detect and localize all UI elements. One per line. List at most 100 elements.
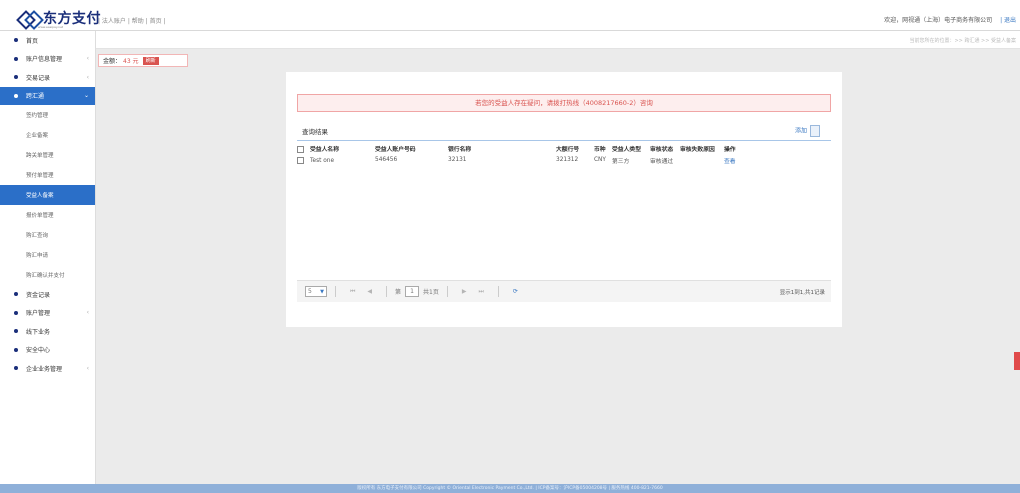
table-row: Test one 546456 32131 321312 CNY 第三方 审核通…: [297, 154, 831, 166]
page-size-value: 5: [308, 288, 312, 295]
logo-icon: [18, 12, 40, 24]
divider: [446, 286, 448, 297]
chevron-down-icon: ⌄: [83, 92, 89, 100]
sidebar-item-label: 首页: [26, 37, 39, 45]
sidebar-item-label: 跨汇通: [26, 93, 45, 101]
bullet-icon: [14, 329, 18, 334]
logout-link[interactable]: | 退出: [1000, 17, 1016, 24]
logo-subtitle: www.easipay.net: [38, 25, 64, 29]
sidebar-subitem-customs[interactable]: 跨关单管理: [0, 145, 95, 165]
table-divider: [297, 140, 831, 141]
col-account: 受益人账户号码: [375, 146, 416, 153]
refresh-button[interactable]: 刷新: [142, 56, 159, 65]
bullet-icon: [14, 56, 18, 61]
sidebar-item-label: 企业业务管理: [26, 365, 63, 373]
chevron-left-icon: ‹: [86, 364, 89, 372]
chevron-left-icon: ‹: [86, 55, 89, 63]
chevron-down-icon: ▼: [320, 288, 324, 295]
last-page-button[interactable]: ⏭: [479, 288, 484, 296]
cell-account: 546456: [375, 157, 398, 163]
next-page-button[interactable]: ▶: [462, 288, 467, 295]
bullet-icon: [14, 366, 18, 371]
page-label: 第: [395, 289, 402, 296]
reload-icon[interactable]: ⟳: [513, 288, 518, 295]
sidebar: 首页 账户信息管理 ‹ 交易记录 ‹ 跨汇通 ⌄ 签约管理 企业备案 跨关单管理…: [0, 31, 96, 484]
view-link[interactable]: 查看: [724, 154, 831, 166]
welcome-text: 欢迎，网视通（上海）电子商务有限公司: [884, 17, 993, 24]
sidebar-item-kuahuitong[interactable]: 跨汇通 ⌄: [0, 86, 95, 105]
sidebar-item-label: 安全中心: [26, 347, 51, 355]
sidebar-item-offline[interactable]: 线下业务: [0, 322, 95, 341]
record-summary: 显示1到1,共1记录: [779, 289, 825, 296]
sidebar-subitem-fx-query[interactable]: 购汇查询: [0, 225, 95, 245]
divider: [497, 286, 499, 297]
add-label: 添加: [795, 127, 808, 135]
col-status: 审核状态: [650, 146, 674, 153]
sidebar-item-funds[interactable]: 资金记录: [0, 285, 95, 304]
page-size-select[interactable]: 5 ▼: [305, 286, 327, 297]
sidebar-subitem-fx-apply[interactable]: 购汇申请: [0, 245, 95, 265]
add-button[interactable]: 添加: [795, 125, 821, 137]
sidebar-item-label: 账户信息管理: [26, 56, 63, 64]
balance-label: 金额：: [103, 58, 122, 65]
col-name-label: 受益人名称: [310, 146, 339, 153]
col-action: 操作: [724, 146, 736, 153]
col-currency: 币种: [594, 146, 606, 153]
col-fail-reason: 审核失败原因: [680, 146, 715, 153]
sidebar-subitem-prepay[interactable]: 预付单管理: [0, 165, 95, 185]
divider: [386, 286, 388, 297]
row-checkbox[interactable]: [297, 156, 304, 164]
bullet-icon: [14, 292, 18, 297]
sidebar-subitem-quote[interactable]: 报价单管理: [0, 205, 95, 225]
select-all-checkbox[interactable]: [297, 145, 304, 153]
sidebar-item-enterprise-biz[interactable]: 企业业务管理 ‹: [0, 359, 95, 378]
table-header-row: 受益人名称 受益人账户号码 银行名称 大额行号 币种 受益人类型 审核状态 审核…: [297, 142, 831, 154]
prev-page-button[interactable]: ◀: [367, 288, 372, 295]
cell-name: Test one: [297, 154, 375, 166]
bullet-icon: [14, 75, 18, 80]
sidebar-item-home[interactable]: 首页: [0, 31, 95, 50]
footer: 版权所有 东方电子支付有限公司 Copyright © Oriental Ele…: [0, 484, 1020, 493]
floating-service-tab[interactable]: [1014, 352, 1020, 370]
sidebar-subitem-beneficiary[interactable]: 受益人备案: [0, 185, 95, 205]
balance-box: 金额： 43 元 刷新: [98, 54, 188, 67]
col-bank: 银行名称: [448, 146, 472, 153]
sidebar-item-label: 线下业务: [26, 328, 51, 336]
result-title: 查询结果: [302, 128, 328, 136]
first-page-button[interactable]: ⏮: [350, 288, 355, 296]
cell-fail-reason: [680, 154, 724, 166]
balance-amount: 43 元: [123, 58, 139, 65]
cell-status: 审核通过: [650, 158, 674, 165]
bullet-icon: [14, 310, 18, 315]
cell-currency: CNY: [594, 157, 606, 163]
user-area: 欢迎，网视通（上海）电子商务有限公司 | 退出: [884, 15, 1016, 24]
main-panel: 若您的受益人存在疑问，请拨打热线（4008217660-2）咨询 查询结果 添加…: [286, 72, 842, 327]
alert-banner: 若您的受益人存在疑问，请拨打热线（4008217660-2）咨询: [297, 94, 831, 112]
sidebar-subitem-fx-confirm[interactable]: 购汇确认并支付: [0, 265, 95, 285]
bullet-icon: [14, 93, 18, 98]
breadcrumb: 当前您所在的位置：>> 跨汇通 >> 受益人备案: [909, 38, 1016, 44]
col-type: 受益人类型: [612, 146, 641, 153]
col-name: 受益人名称: [297, 142, 375, 154]
bullet-icon: [14, 347, 18, 352]
sidebar-subitem-signing[interactable]: 签约管理: [0, 105, 95, 125]
cell-name-value: Test one: [310, 157, 335, 164]
top-links[interactable]: | 法人账户 | 帮助 | 首页 |: [98, 16, 166, 25]
sidebar-item-label: 账户管理: [26, 310, 51, 318]
bullet-icon: [14, 38, 18, 43]
breadcrumb-bar: 当前您所在的位置：>> 跨汇通 >> 受益人备案: [96, 31, 1020, 49]
sidebar-item-label: 资金记录: [26, 291, 51, 299]
beneficiary-table: 受益人名称 受益人账户号码 银行名称 大额行号 币种 受益人类型 审核状态 审核…: [297, 142, 831, 166]
cell-bank: 32131: [448, 157, 467, 163]
sidebar-item-label: 交易记录: [26, 74, 51, 82]
page-total: 共1页: [423, 289, 439, 296]
divider: [335, 286, 336, 297]
sidebar-item-account-mgmt[interactable]: 账户管理 ‹: [0, 304, 95, 323]
sidebar-item-account-info[interactable]: 账户信息管理 ‹: [0, 50, 95, 69]
pagination-bar: 5 ▼ ⏮ ◀ 第 1 共1页 ▶ ⏭ ⟳ 显示1到1,共1记录: [297, 280, 831, 302]
sidebar-subitem-enterprise-filing[interactable]: 企业备案: [0, 125, 95, 145]
page-number-input[interactable]: 1: [405, 286, 420, 297]
sidebar-item-transactions[interactable]: 交易记录 ‹: [0, 68, 95, 87]
sidebar-item-security[interactable]: 安全中心: [0, 341, 95, 360]
add-icon: [810, 125, 821, 137]
